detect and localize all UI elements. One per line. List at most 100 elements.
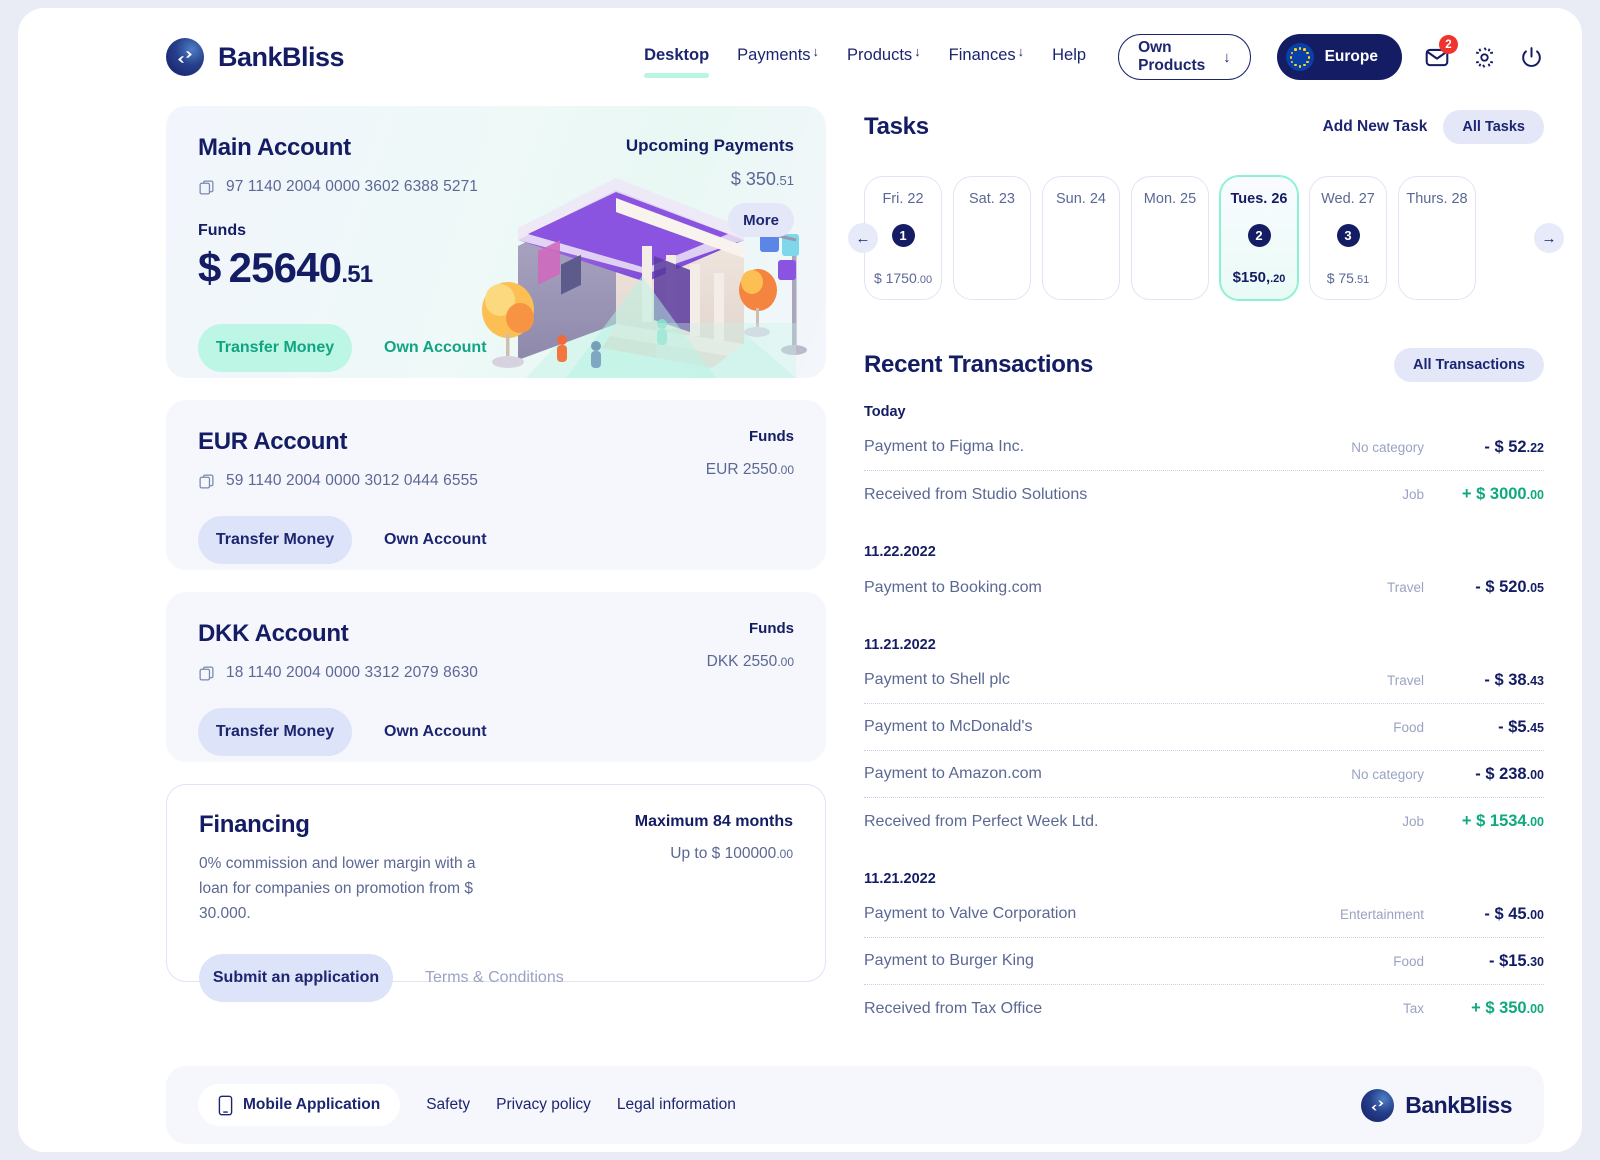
eur-transfer-money-button[interactable]: Transfer Money: [198, 516, 352, 564]
table-row[interactable]: Payment to Valve Corporation Entertainme…: [864, 891, 1544, 938]
table-row[interactable]: Received from Studio Solutions Job + $ 3…: [864, 471, 1544, 518]
dkk-own-account-button[interactable]: Own Account: [358, 708, 513, 756]
transaction-amount-cents: .00: [1526, 488, 1544, 502]
table-row[interactable]: Payment to Shell plc Travel - $ 38.43: [864, 657, 1544, 704]
table-row[interactable]: Payment to Figma Inc. No category - $ 52…: [864, 424, 1544, 471]
transaction-amount-cents: .00: [1526, 907, 1544, 922]
nav-item-help[interactable]: Help: [1052, 46, 1086, 69]
nav-item-payments[interactable]: Payments ↓: [737, 43, 820, 69]
table-row[interactable]: Payment to Booking.com Travel - $ 520.05: [864, 564, 1544, 611]
mobile-application-label: Mobile Application: [243, 1096, 381, 1113]
eur-account-title: EUR Account: [198, 428, 348, 455]
transaction-group: 11.22.2022 Payment to Booking.com Travel…: [864, 544, 1544, 611]
transactions-section: Recent Transactions All Transactions Tod…: [864, 348, 1544, 1032]
more-button[interactable]: More: [728, 203, 794, 237]
settings-button[interactable]: [1472, 42, 1497, 72]
footer-link-safety[interactable]: Safety: [426, 1096, 470, 1114]
tasks-actions: Add New Task All Tasks: [1323, 110, 1544, 144]
dkk-account-number-row[interactable]: 18 1140 2004 0000 3312 2079 8630: [198, 664, 478, 682]
table-row[interactable]: Received from Tax Office Tax + $ 350.00: [864, 985, 1544, 1032]
transaction-amount-whole: - $5: [1498, 717, 1527, 736]
submit-application-button[interactable]: Submit an application: [199, 954, 393, 1003]
days-prev-button[interactable]: ←: [848, 223, 878, 253]
main-nav: Desktop Payments ↓ Products ↓ Finances ↓…: [644, 43, 1086, 78]
dkk-account-title: DKK Account: [198, 620, 349, 647]
nav-label: Help: [1052, 45, 1087, 64]
footer-link-privacy-policy[interactable]: Privacy policy: [496, 1096, 591, 1114]
mail-button[interactable]: 2: [1424, 35, 1458, 72]
task-day-card[interactable]: Sat. 23: [953, 176, 1031, 300]
eur-account-number-row[interactable]: 59 1140 2004 0000 3012 0444 6555: [198, 472, 478, 490]
dkk-funds-whole: DKK 2550: [706, 653, 778, 670]
task-day-count: 1: [891, 224, 915, 247]
transaction-amount: + $ 350.00: [1424, 999, 1544, 1018]
all-transactions-button[interactable]: All Transactions: [1393, 348, 1544, 382]
transaction-amount-cents: .30: [1526, 954, 1544, 969]
terms-conditions-link[interactable]: Terms & Conditions: [399, 954, 590, 1002]
app-window: BankBliss Desktop Payments ↓ Products ↓ …: [18, 8, 1582, 1152]
task-day-count: 3: [1336, 224, 1360, 247]
eur-account-head: EUR Account 59 1140 2004 0000 3012 0444 …: [198, 428, 794, 490]
mobile-application-button[interactable]: Mobile Application: [198, 1084, 401, 1126]
table-row[interactable]: Payment to Burger King Food - $15.30: [864, 938, 1544, 985]
task-day-card[interactable]: Thurs. 28: [1398, 176, 1476, 300]
region-selector[interactable]: Europe: [1276, 34, 1402, 80]
task-day-label: Sat. 23: [969, 191, 1015, 207]
brand-logo[interactable]: BankBliss: [166, 38, 345, 76]
eur-funds-cents: .00: [777, 463, 794, 477]
upcoming-amount: $ 350.51: [626, 169, 794, 190]
days-next-button[interactable]: →: [1534, 223, 1564, 253]
task-day-label: Thurs. 28: [1406, 191, 1468, 207]
task-day-card[interactable]: Sun. 24: [1042, 176, 1120, 300]
task-day-card[interactable]: Wed. 27 3 $ 75.51: [1309, 176, 1387, 300]
task-day-card[interactable]: Mon. 25: [1131, 176, 1209, 300]
app-header: BankBliss Desktop Payments ↓ Products ↓ …: [18, 8, 1582, 106]
own-products-label: Own Products: [1138, 39, 1206, 74]
nav-item-finances[interactable]: Finances ↓: [949, 44, 1024, 69]
own-products-dropdown[interactable]: Own Products ↓: [1118, 34, 1251, 80]
dkk-transfer-money-button[interactable]: Transfer Money: [198, 708, 352, 756]
transactions-title: Recent Transactions: [864, 351, 1094, 378]
eur-own-account-button[interactable]: Own Account: [358, 516, 513, 564]
upcoming-amount-cents: .51: [775, 173, 794, 188]
transaction-amount-whole: - $ 238: [1475, 764, 1527, 783]
nav-item-desktop[interactable]: Desktop: [644, 46, 710, 78]
transfer-money-button[interactable]: Transfer Money: [198, 324, 352, 372]
power-icon: [1522, 46, 1541, 67]
table-row[interactable]: Payment to McDonald's Food - $5.45: [864, 704, 1544, 751]
table-row[interactable]: Received from Perfect Week Ltd. Job + $ …: [864, 798, 1544, 845]
footer-link-legal-information[interactable]: Legal information: [617, 1096, 736, 1114]
transaction-category: Travel: [1386, 580, 1424, 595]
transaction-category: No category: [1351, 766, 1424, 782]
transaction-amount-cents: .43: [1526, 673, 1544, 688]
add-new-task-button[interactable]: Add New Task: [1323, 118, 1428, 136]
transaction-category: No category: [1351, 439, 1424, 455]
transaction-category: Job: [1402, 487, 1424, 502]
chevron-down-icon: ↓: [812, 43, 820, 59]
nav-item-products[interactable]: Products ↓: [847, 44, 921, 69]
all-tasks-button[interactable]: All Tasks: [1443, 110, 1544, 144]
power-button[interactable]: [1519, 42, 1544, 72]
financing-terms: Maximum 84 months Up to $ 100000.00: [635, 813, 793, 863]
transactions-header: Recent Transactions All Transactions: [864, 348, 1544, 382]
tasks-title: Tasks: [864, 113, 929, 140]
task-day-label: Fri. 22: [882, 191, 924, 207]
dkk-funds-label: Funds: [749, 620, 794, 637]
eur-funds-value: EUR 2550.00: [706, 461, 794, 479]
task-days-carousel: ← Fri. 22 1 $ 1750.00 Sat. 23 Sun. 24 Mo…: [848, 176, 1564, 300]
transaction-group-date: 11.21.2022: [864, 637, 936, 653]
region-label: Europe: [1324, 48, 1378, 65]
currency-symbol: $: [198, 244, 221, 291]
footer-brand[interactable]: BankBliss: [1361, 1088, 1512, 1122]
upcoming-amount-whole: $ 350: [730, 169, 776, 189]
transaction-amount: - $ 38.43: [1424, 671, 1544, 690]
transaction-amount-whole: + $ 350: [1471, 999, 1527, 1017]
task-day-card-selected[interactable]: Tues. 26 2 $150,.20: [1220, 176, 1298, 300]
financing-actions: Submit an application Terms & Conditions: [199, 954, 793, 1003]
transactions-list: Today Payment to Figma Inc. No category …: [864, 404, 1544, 1032]
transaction-amount: - $ 52.22: [1424, 438, 1544, 457]
table-row[interactable]: Payment to Amazon.com No category - $ 23…: [864, 751, 1544, 798]
transaction-name: Payment to McDonald's: [864, 718, 1033, 735]
transaction-name: Payment to Burger King: [864, 952, 1034, 969]
transaction-amount-cents: .22: [1526, 440, 1544, 455]
